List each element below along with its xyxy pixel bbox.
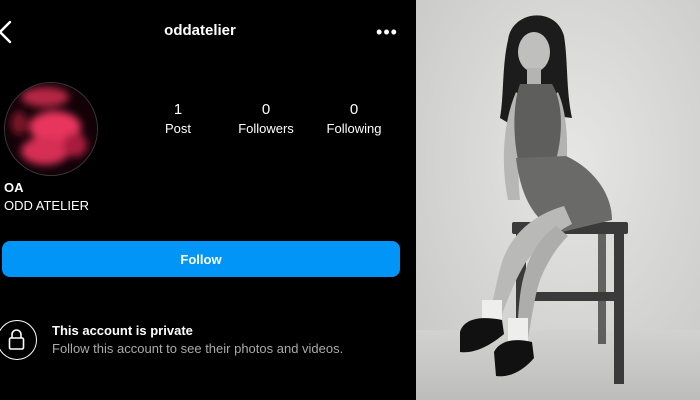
avatar[interactable] [4,82,98,176]
stat-followers[interactable]: 0 Followers [226,101,306,136]
private-account-title: This account is private [52,323,193,338]
follow-button[interactable]: Follow [2,241,400,277]
stat-following[interactable]: 0 Following [314,101,394,136]
stat-following-count: 0 [349,101,359,118]
lock-icon [0,320,37,360]
more-horizontal-icon[interactable]: ••• [374,22,400,42]
stat-following-label: Following [326,121,382,136]
avatar-image [5,83,97,175]
instagram-profile-panel: oddatelier ••• 1 Post 0 Followers 0 Foll… [0,0,416,400]
stat-posts-label: Post [164,121,191,136]
stat-posts[interactable]: 1 Post [138,101,218,136]
private-account-subtitle: Follow this account to see their photos … [52,341,344,356]
model-photo [416,0,700,400]
profile-bio: ODD ATELIER [4,198,90,213]
profile-display-name: OA [4,180,24,195]
stat-posts-count: 1 [173,101,183,118]
stat-followers-count: 0 [261,101,271,118]
profile-username-title: oddatelier [164,22,236,39]
stat-followers-label: Followers [238,121,294,136]
